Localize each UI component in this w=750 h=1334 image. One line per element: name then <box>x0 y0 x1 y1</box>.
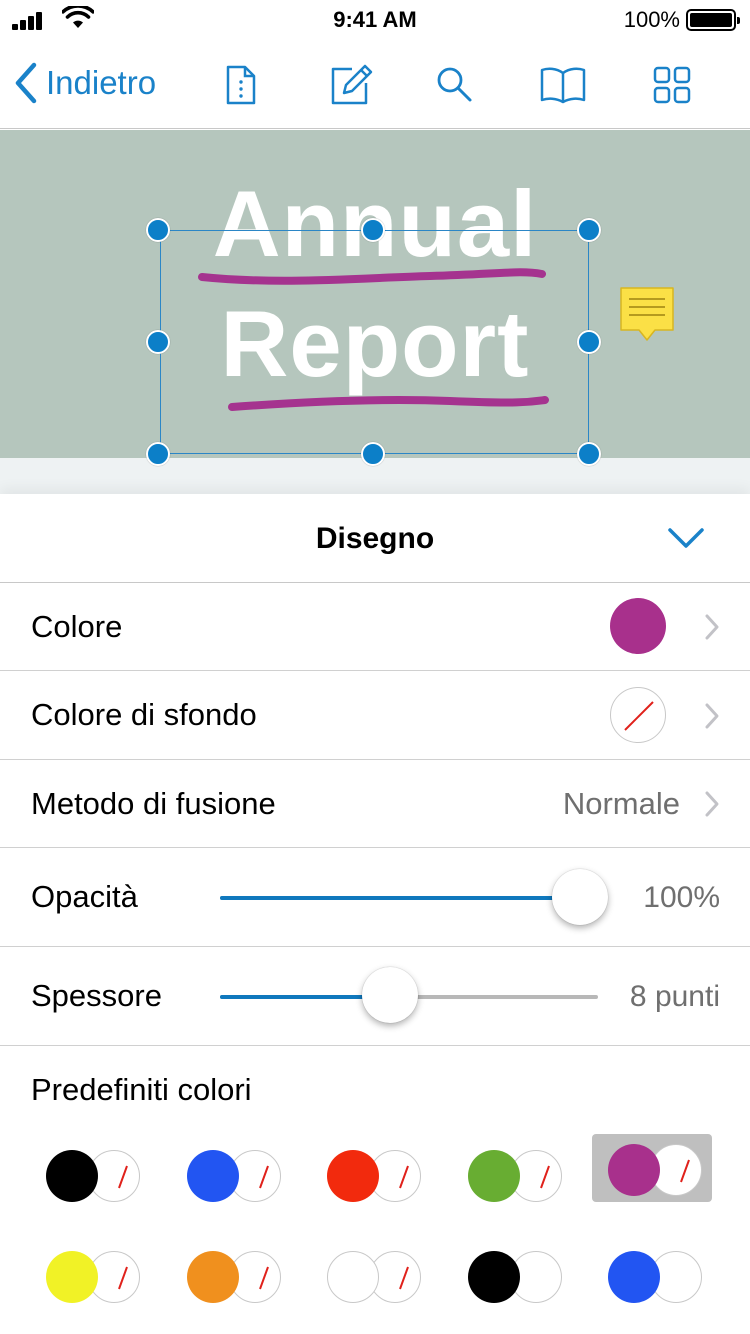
edit-icon[interactable] <box>326 60 376 110</box>
thickness-slider-thumb[interactable] <box>362 967 418 1023</box>
selection-box[interactable] <box>160 230 589 454</box>
resize-handle-left[interactable] <box>146 330 170 354</box>
resize-handle-bottom-left[interactable] <box>146 442 170 466</box>
opacity-value: 100% <box>643 881 720 914</box>
grid-icon[interactable] <box>647 60 697 110</box>
status-bar: 9:41 AM 100% <box>0 0 750 40</box>
resize-handle-top-left[interactable] <box>146 218 170 242</box>
presets-label: Predefiniti colori <box>31 1072 252 1107</box>
resize-handle-top[interactable] <box>361 218 385 242</box>
color-label: Colore <box>31 609 123 644</box>
resize-handle-bottom-right[interactable] <box>577 442 601 466</box>
back-button[interactable]: Indietro <box>14 60 156 106</box>
preset-stroke-swatch <box>46 1150 98 1202</box>
background-color-label: Colore di sfondo <box>31 697 257 732</box>
battery-percentage: 100% <box>623 7 680 32</box>
no-color-slash-icon <box>624 701 654 731</box>
battery-icon <box>686 9 740 31</box>
blend-mode-label: Metodo di fusione <box>31 786 276 821</box>
color-preset[interactable] <box>181 1241 301 1309</box>
resize-handle-bottom[interactable] <box>361 442 385 466</box>
color-preset[interactable] <box>40 1140 160 1208</box>
opacity-label: Opacità <box>31 879 138 914</box>
panel-title: Disegno <box>315 522 435 555</box>
book-icon[interactable] <box>538 60 588 110</box>
color-preset[interactable] <box>181 1140 301 1208</box>
preset-stroke-swatch <box>608 1251 660 1303</box>
navigation-bar: Indietro <box>0 40 750 129</box>
panel-header: Disegno <box>0 494 750 583</box>
chevron-left-icon <box>15 62 37 104</box>
preset-stroke-swatch <box>468 1251 520 1303</box>
preset-stroke-swatch <box>327 1150 379 1202</box>
chevron-right-icon <box>705 614 719 640</box>
color-preset[interactable] <box>462 1241 582 1309</box>
preset-stroke-swatch <box>187 1251 239 1303</box>
preset-stroke-swatch <box>468 1150 520 1202</box>
thickness-row: Spessore 8 punti <box>0 947 750 1046</box>
opacity-slider[interactable] <box>220 896 586 900</box>
document-info-icon[interactable] <box>216 60 266 110</box>
resize-handle-top-right[interactable] <box>577 218 601 242</box>
preset-stroke-swatch <box>46 1251 98 1303</box>
preset-stroke-swatch <box>327 1251 379 1303</box>
thickness-label: Spessore <box>31 978 162 1013</box>
opacity-slider-thumb[interactable] <box>552 869 608 925</box>
color-preset[interactable] <box>462 1140 582 1208</box>
preset-stroke-swatch <box>608 1144 660 1196</box>
color-preset[interactable] <box>321 1140 441 1208</box>
color-preset[interactable] <box>602 1241 722 1309</box>
color-preset[interactable] <box>592 1134 712 1202</box>
color-swatch <box>610 598 666 654</box>
opacity-slider-fill <box>220 896 584 900</box>
background-color-row[interactable]: Colore di sfondo <box>0 671 750 760</box>
color-row[interactable]: Colore <box>0 583 750 671</box>
thickness-value: 8 punti <box>629 980 720 1013</box>
chevron-right-icon <box>705 703 719 729</box>
chevron-right-icon <box>705 791 719 817</box>
color-preset[interactable] <box>40 1241 160 1309</box>
document-canvas[interactable]: Annual Report <box>0 130 750 494</box>
preset-stroke-swatch <box>187 1150 239 1202</box>
back-label: Indietro <box>46 64 157 101</box>
chevron-down-icon[interactable] <box>664 520 708 556</box>
blend-mode-row[interactable]: Metodo di fusione Normale <box>0 760 750 848</box>
opacity-row: Opacità 100% <box>0 848 750 947</box>
color-preset[interactable] <box>321 1241 441 1309</box>
resize-handle-right[interactable] <box>577 330 601 354</box>
blend-mode-value: Normale <box>562 786 680 821</box>
sticky-note-icon[interactable] <box>619 286 675 346</box>
search-icon[interactable] <box>430 60 480 110</box>
no-color-swatch <box>610 687 666 743</box>
